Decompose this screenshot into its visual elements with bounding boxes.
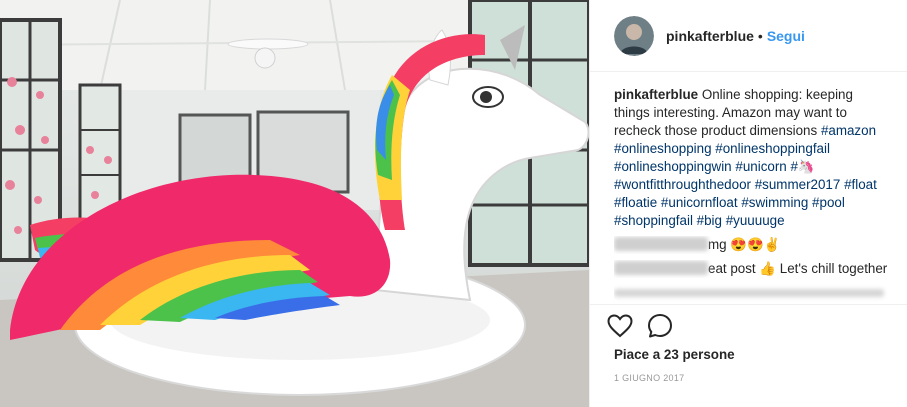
hashtag-link[interactable]: #onlineshoppingfail bbox=[715, 141, 830, 156]
instagram-post: pinkafterblue • Segui pinkafterblue Onli… bbox=[0, 0, 907, 407]
likes-count[interactable]: Piace a 23 persone bbox=[614, 347, 735, 362]
hashtag-link[interactable]: #summer2017 bbox=[755, 177, 841, 192]
hashtag-link[interactable]: #🦄 bbox=[790, 159, 814, 174]
hashtag-link[interactable]: #onlineshoppingwin bbox=[614, 159, 732, 174]
comments-section[interactable]: pinkafterblue Online shopping: keeping t… bbox=[614, 86, 889, 304]
heart-icon bbox=[607, 314, 633, 338]
hashtag-link[interactable]: #yuuuuge bbox=[726, 213, 785, 228]
hashtag-link[interactable]: #unicornfloat bbox=[661, 195, 738, 210]
post-photo[interactable] bbox=[0, 0, 589, 407]
header-separator: • bbox=[757, 27, 763, 44]
comment-row: eat post 👍 Let's chill together bbox=[614, 260, 889, 278]
comment-row-partial bbox=[614, 284, 889, 302]
caption-hashtags: #amazon #onlineshopping #onlineshoppingf… bbox=[614, 123, 877, 228]
hashtag-link[interactable]: #pool bbox=[812, 195, 845, 210]
comment-bubble-icon bbox=[648, 314, 672, 338]
hashtag-link[interactable]: #shoppingfail bbox=[614, 213, 693, 228]
unicorn-float-image bbox=[0, 0, 589, 407]
hashtag-link[interactable]: #amazon bbox=[821, 123, 876, 138]
hashtag-link[interactable]: #swimming bbox=[741, 195, 808, 210]
comment-username-blurred[interactable] bbox=[614, 237, 708, 251]
post-date[interactable]: 1 GIUGNO 2017 bbox=[614, 373, 684, 383]
avatar-image bbox=[614, 15, 654, 56]
comment-username-blurred[interactable] bbox=[614, 261, 708, 275]
comment-text: eat post 👍 Let's chill together bbox=[708, 261, 888, 276]
comment-text-blurred bbox=[614, 289, 884, 297]
hashtag-link[interactable]: #big bbox=[697, 213, 722, 228]
action-bar bbox=[602, 310, 678, 342]
hashtag-link[interactable]: #wontfitthroughthedoor bbox=[614, 177, 751, 192]
caption-username[interactable]: pinkafterblue bbox=[614, 87, 698, 102]
hashtag-link[interactable]: #float bbox=[844, 177, 877, 192]
hashtag-link[interactable]: #floatie bbox=[614, 195, 657, 210]
comment-row: mg 😍😍✌ bbox=[614, 236, 889, 254]
comment-button[interactable] bbox=[642, 310, 678, 342]
divider bbox=[590, 304, 907, 305]
post-caption: pinkafterblue Online shopping: keeping t… bbox=[614, 86, 889, 230]
header-username[interactable]: pinkafterblue bbox=[666, 28, 754, 44]
post-sidebar: pinkafterblue • Segui pinkafterblue Onli… bbox=[589, 0, 907, 407]
hashtag-link[interactable]: #onlineshopping bbox=[614, 141, 712, 156]
avatar[interactable] bbox=[614, 15, 654, 56]
like-button[interactable] bbox=[602, 310, 638, 342]
follow-button[interactable]: Segui bbox=[767, 28, 805, 44]
post-header: pinkafterblue • Segui bbox=[590, 0, 907, 72]
comment-text: mg 😍😍✌ bbox=[708, 237, 781, 252]
hashtag-link[interactable]: #unicorn bbox=[735, 159, 786, 174]
